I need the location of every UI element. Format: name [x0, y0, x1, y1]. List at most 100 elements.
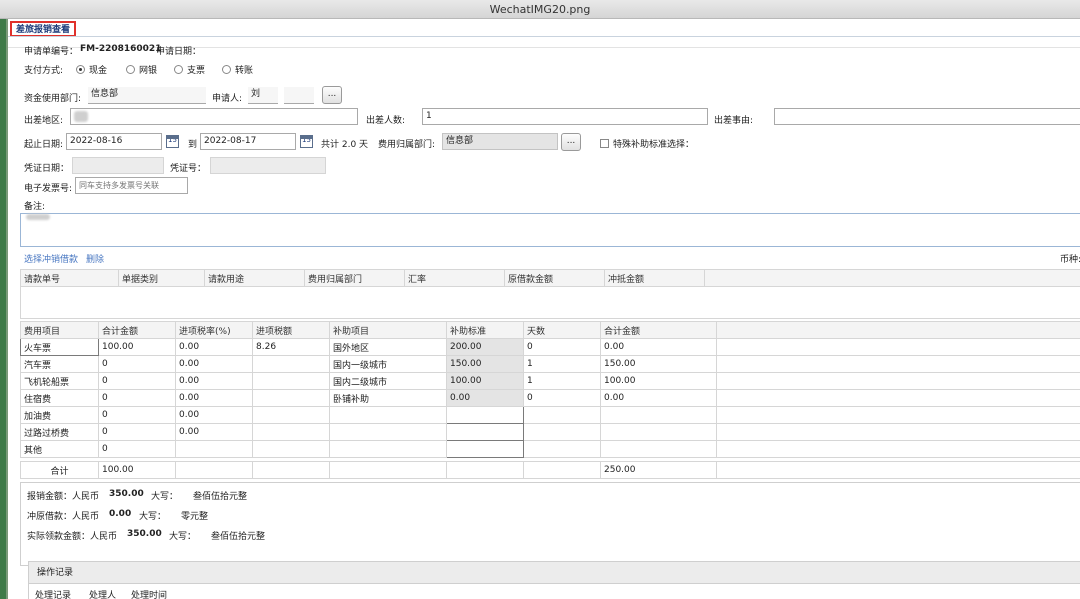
- ops-col-time: 处理时间: [131, 591, 168, 599]
- exp-item[interactable]: 火车票: [20, 338, 99, 356]
- exp-amount[interactable]: 0: [98, 355, 176, 373]
- pay-option-check[interactable]: 支票: [174, 63, 205, 76]
- sub-item: [329, 440, 447, 458]
- exp-item[interactable]: 住宿费: [20, 389, 99, 407]
- sub-std[interactable]: [446, 406, 524, 424]
- dept-field[interactable]: 信息部: [88, 87, 206, 104]
- exp-rate[interactable]: 0.00: [175, 423, 253, 441]
- cost-dept-browse-button[interactable]: ...: [561, 133, 581, 151]
- exp-item[interactable]: 飞机轮船票: [20, 372, 99, 390]
- special-subsidy-toggle[interactable]: 特殊补助标准选择：: [600, 137, 694, 150]
- voucher-date-field[interactable]: [72, 157, 164, 174]
- sub-std[interactable]: 200.00: [446, 338, 524, 356]
- table-row[interactable]: 过路过桥费 0 0.00: [20, 423, 1080, 441]
- loan-col-no: 请款单号: [20, 269, 119, 287]
- select-loan-link[interactable]: 选择冲销借款: [24, 252, 78, 265]
- people-label: 出差人数:: [366, 116, 406, 126]
- sub-days[interactable]: [523, 423, 601, 441]
- delete-link[interactable]: 删除: [86, 252, 104, 265]
- sub-total: [600, 423, 717, 441]
- total-empty: [329, 461, 447, 479]
- loan-col-orig: 原借款金额: [504, 269, 605, 287]
- exp-rate[interactable]: 0.00: [175, 355, 253, 373]
- radio-cash-icon[interactable]: [76, 65, 85, 74]
- start-date-field[interactable]: 2022-08-16: [66, 133, 162, 150]
- total-row: 合计 100.00 250.00: [20, 461, 1080, 479]
- pay-method-label: 支付方式:: [24, 66, 64, 76]
- exp-amount[interactable]: 0: [98, 423, 176, 441]
- remark-textarea[interactable]: [20, 213, 1080, 247]
- ops-title[interactable]: 操作记录: [29, 562, 1080, 584]
- sub-std[interactable]: [446, 440, 524, 458]
- offset-label: 冲原借款：人民币: [27, 512, 100, 522]
- radio-check-icon[interactable]: [174, 65, 183, 74]
- exp-amount[interactable]: 0: [98, 372, 176, 390]
- exp-amount[interactable]: 0: [98, 389, 176, 407]
- exp-tax[interactable]: [252, 423, 330, 441]
- exp-rate[interactable]: [175, 440, 253, 458]
- loan-col-rest: [704, 269, 1080, 287]
- exp-tax[interactable]: 8.26: [252, 338, 330, 356]
- radio-online-icon[interactable]: [126, 65, 135, 74]
- exp-rate[interactable]: 0.00: [175, 338, 253, 356]
- applicant-label: 申请人:: [212, 94, 243, 104]
- sub-days[interactable]: 1: [523, 355, 601, 373]
- table-row[interactable]: 汽车票 0 0.00 国内一级城市 150.00 1 150.00: [20, 355, 1080, 373]
- table-row[interactable]: 加油费 0 0.00: [20, 406, 1080, 424]
- loan-table: 请款单号 单据类别 请款用途 费用归属部门 汇率 原借款金额 冲抵金额: [20, 269, 1080, 319]
- exp-amount[interactable]: 0: [98, 406, 176, 424]
- offset-value: 0.00: [109, 509, 132, 519]
- exp-item[interactable]: 过路过桥费: [20, 423, 99, 441]
- table-row[interactable]: 飞机轮船票 0 0.00 国内二级城市 100.00 1 100.00: [20, 372, 1080, 390]
- cost-dept-field[interactable]: 信息部: [442, 133, 558, 150]
- exp-item[interactable]: 汽车票: [20, 355, 99, 373]
- pay-option-cash[interactable]: 现金: [76, 63, 107, 76]
- exp-tax[interactable]: [252, 440, 330, 458]
- exp-rate[interactable]: 0.00: [175, 372, 253, 390]
- sub-std[interactable]: 100.00: [446, 372, 524, 390]
- exp-amount[interactable]: 100.00: [98, 338, 176, 356]
- page-tab[interactable]: 差旅报销查看: [10, 21, 77, 37]
- calendar-icon-2[interactable]: 15: [300, 135, 313, 148]
- loan-header-row: 请款单号 单据类别 请款用途 费用归属部门 汇率 原借款金额 冲抵金额: [20, 269, 1080, 287]
- sub-days[interactable]: [523, 406, 601, 424]
- sub-std[interactable]: 150.00: [446, 355, 524, 373]
- einvoice-input[interactable]: [75, 177, 188, 194]
- applicant-field-2[interactable]: [284, 87, 314, 104]
- voucher-no-field[interactable]: [210, 157, 326, 174]
- exp-tax[interactable]: [252, 406, 330, 424]
- exp-rate[interactable]: 0.00: [175, 406, 253, 424]
- pay-option-online[interactable]: 网银: [126, 63, 157, 76]
- exp-item[interactable]: 加油费: [20, 406, 99, 424]
- pay-option-transfer[interactable]: 转账: [222, 63, 253, 76]
- exp-rate[interactable]: 0.00: [175, 389, 253, 407]
- exp-tax[interactable]: [252, 372, 330, 390]
- sub-days[interactable]: 0: [523, 338, 601, 356]
- area-field[interactable]: [70, 108, 358, 125]
- applicant-browse-button[interactable]: ...: [322, 86, 342, 104]
- radio-transfer-icon[interactable]: [222, 65, 231, 74]
- table-row[interactable]: 住宿费 0 0.00 卧铺补助 0.00 0 0.00: [20, 389, 1080, 407]
- people-field[interactable]: 1: [422, 108, 708, 125]
- sub-days[interactable]: 1: [523, 372, 601, 390]
- expense-header-row: 费用项目 合计金额 进项税率(%) 进项税额 补助项目 补助标准 天数 合计金额: [20, 321, 1080, 339]
- sub-std[interactable]: 0.00: [446, 389, 524, 407]
- reason-field[interactable]: [774, 108, 1080, 125]
- sub-std[interactable]: [446, 423, 524, 441]
- sub-days[interactable]: 0: [523, 389, 601, 407]
- offset-cap-label: 大写：: [139, 512, 167, 522]
- exp-item[interactable]: 其他: [20, 440, 99, 458]
- reimb-value: 350.00: [109, 489, 144, 499]
- exp-tax[interactable]: [252, 389, 330, 407]
- row-filler: [716, 338, 1080, 356]
- app-date-label: 申请日期：: [156, 47, 202, 57]
- applicant-field[interactable]: 刘: [248, 87, 278, 104]
- checkbox-icon[interactable]: [600, 139, 609, 148]
- sub-days[interactable]: [523, 440, 601, 458]
- exp-tax[interactable]: [252, 355, 330, 373]
- exp-amount[interactable]: 0: [98, 440, 176, 458]
- table-row[interactable]: 火车票 100.00 0.00 8.26 国外地区 200.00 0 0.00: [20, 338, 1080, 356]
- end-date-field[interactable]: 2022-08-17: [200, 133, 296, 150]
- table-row[interactable]: 其他 0: [20, 440, 1080, 458]
- calendar-icon[interactable]: 15: [166, 135, 179, 148]
